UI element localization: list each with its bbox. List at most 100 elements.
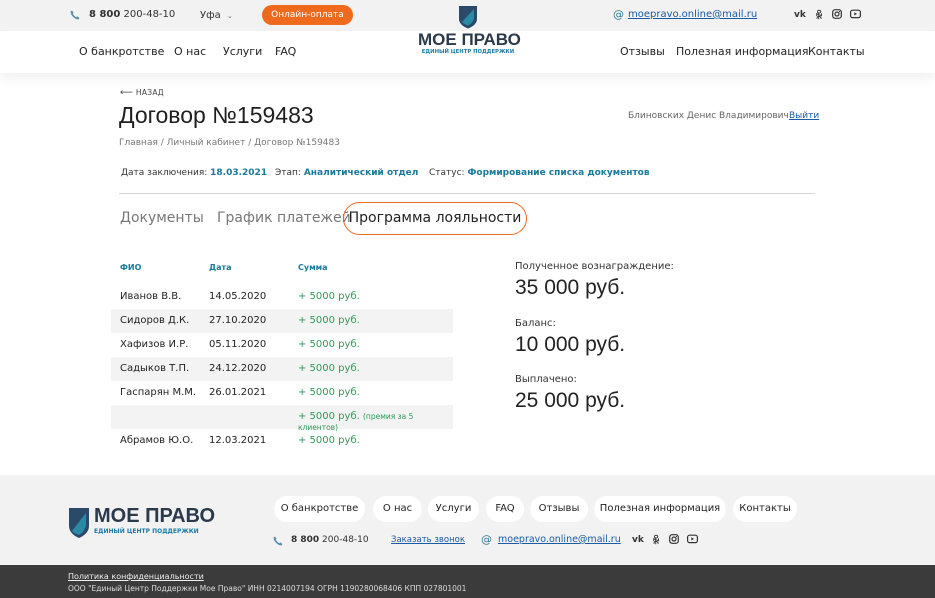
nav-item-faq[interactable]: FAQ: [275, 45, 296, 58]
footer-nav-services[interactable]: Услуги: [428, 496, 479, 522]
column-header-name: ФИО: [120, 263, 142, 272]
shield-logo-icon: [69, 508, 89, 538]
balance-label: Баланс:: [515, 318, 556, 329]
youtube-icon[interactable]: [687, 534, 698, 544]
privacy-policy-link[interactable]: Политика конфиденциальности: [68, 572, 204, 581]
status-value: Формирование списка документов: [467, 168, 650, 178]
chevron-down-icon: ⌄: [226, 12, 233, 20]
city-select[interactable]: Уфа ⌄: [200, 10, 233, 21]
top-phone[interactable]: 8 800 200-48-10: [89, 9, 175, 20]
footer-phone[interactable]: 8 800 200-48-10: [291, 535, 369, 545]
breadcrumb-cabinet[interactable]: Личный кабинет: [167, 138, 246, 148]
tab-loyalty-program[interactable]: Программа лояльности: [343, 202, 527, 235]
email-icon: @: [481, 533, 492, 546]
vk-icon[interactable]: vk: [794, 10, 806, 20]
column-header-sum: Сумма: [298, 263, 328, 272]
breadcrumb: Главная / Личный кабинет / Договор №1594…: [119, 138, 340, 148]
breadcrumb-current: Договор №159483: [254, 138, 340, 148]
row-name: Садыков Т.П.: [120, 363, 190, 374]
nav-item-useful-info[interactable]: Полезная информация: [676, 45, 808, 58]
table-row: Сидоров Д.К. 27.10.2020 + 5000 руб.: [111, 309, 453, 333]
top-email-link[interactable]: moepravo.online@mail.ru: [628, 9, 757, 20]
table-row: Хафизов И.Р. 05.11.2020 + 5000 руб.: [111, 333, 453, 357]
footer-nav-reviews[interactable]: Отзывы: [530, 496, 588, 522]
nav-item-services[interactable]: Услуги: [223, 45, 262, 58]
youtube-icon[interactable]: [850, 9, 861, 19]
footer-logo[interactable]: МОЕ ПРАВО ЕДИНЫЙ ЦЕНТР ПОДДЕРЖКИ: [68, 505, 220, 541]
nav-item-reviews[interactable]: Отзывы: [620, 45, 665, 58]
city-label: Уфа: [200, 10, 221, 21]
instagram-icon[interactable]: [832, 9, 842, 19]
back-link[interactable]: ⟵ НАЗАД: [120, 88, 164, 98]
arrow-left-icon: ⟵: [120, 88, 134, 98]
ok-icon[interactable]: ꆜ: [815, 9, 823, 22]
logo-tagline: ЕДИНЫЙ ЦЕНТР ПОДДЕРЖКИ: [421, 49, 515, 55]
phone-icon: [273, 536, 283, 546]
nav-item-contacts[interactable]: Контакты: [808, 45, 865, 58]
row-sum: + 5000 руб.: [298, 435, 360, 446]
tab-documents[interactable]: Документы: [120, 210, 204, 226]
status-label: Статус:: [429, 168, 465, 178]
phone-number: 200-48-10: [120, 9, 176, 20]
table-row: Иванов В.В. 14.05.2020 + 5000 руб.: [111, 285, 453, 309]
row-name: Иванов В.В.: [120, 291, 182, 302]
row-sum-value: + 5000 руб.: [298, 411, 360, 422]
vk-icon[interactable]: vk: [632, 535, 644, 545]
row-name: Абрамов Ю.О.: [120, 435, 194, 446]
row-date: 24.12.2020: [209, 363, 267, 374]
phone-code: 8 800: [89, 9, 121, 20]
back-label: НАЗАД: [135, 88, 164, 97]
footer-nav-bankruptcy[interactable]: О банкротстве: [274, 496, 365, 522]
divider: [119, 193, 815, 194]
reward-value: 35 000 руб.: [515, 276, 626, 299]
row-sum: + 5000 руб.: [298, 315, 360, 326]
nav-item-bankruptcy[interactable]: О банкротстве: [79, 45, 164, 58]
footer-logo-tagline: ЕДИНЫЙ ЦЕНТР ПОДДЕРЖКИ: [94, 528, 199, 535]
footer-logo-name: МОЕ ПРАВО: [94, 505, 216, 527]
footer-phone-code: 8 800: [291, 535, 320, 545]
table-row: Садыков Т.П. 24.12.2020 + 5000 руб.: [111, 357, 453, 381]
logout-link[interactable]: Выйти: [789, 111, 819, 121]
contract-stage: Этап: Аналитический отдел: [275, 168, 418, 178]
table-row: Абрамов Ю.О. 12.03.2021 + 5000 руб.: [111, 429, 453, 453]
contract-date: Дата заключения: 18.03.2021: [121, 168, 267, 178]
date-value: 18.03.2021: [210, 168, 268, 178]
footer-nav-about[interactable]: О нас: [373, 496, 422, 522]
row-sum: + 5000 руб.: [298, 387, 360, 398]
nav-item-about[interactable]: О нас: [174, 45, 206, 58]
column-header-date: Дата: [209, 263, 232, 272]
stage-value: Аналитический отдел: [303, 168, 419, 178]
footer-nav-useful-info[interactable]: Полезная информация: [594, 496, 726, 522]
footer-nav-contacts[interactable]: Контакты: [733, 496, 797, 522]
legal-info: ООО "Единый Центр Поддержки Мое Право" И…: [68, 584, 467, 593]
balance-value: 10 000 руб.: [515, 333, 626, 356]
shield-logo-icon: [459, 6, 477, 29]
logo-name: МОЕ ПРАВО: [418, 30, 521, 49]
footer-nav-faq[interactable]: FAQ: [486, 496, 524, 522]
row-date: 12.03.2021: [209, 435, 267, 446]
row-date: 05.11.2020: [209, 339, 267, 350]
row-date: 27.10.2020: [209, 315, 267, 326]
row-sum: + 5000 руб.: [298, 339, 360, 350]
user-name: Блиновских Денис Владимирович: [628, 111, 789, 121]
breadcrumb-home[interactable]: Главная: [119, 138, 158, 148]
phone-icon: [70, 10, 80, 20]
email-icon: @: [613, 8, 624, 21]
stage-label: Этап:: [275, 168, 301, 178]
footer-email-link[interactable]: moepravo.online@mail.ru: [498, 534, 621, 545]
page-title: Договор №159483: [119, 102, 314, 128]
row-name: Сидоров Д.К.: [120, 315, 190, 326]
footer-bottom-bar: [0, 565, 935, 598]
instagram-icon[interactable]: [669, 534, 679, 544]
row-sum: + 5000 руб.: [298, 291, 360, 302]
tab-payment-schedule[interactable]: График платежей: [217, 210, 351, 226]
contract-status: Статус: Формирование списка документов: [429, 168, 650, 178]
online-payment-button[interactable]: Онлайн-оплата: [262, 5, 353, 25]
row-name: Гаспарян М.М.: [120, 387, 197, 398]
header-logo[interactable]: МОЕ ПРАВО ЕДИНЫЙ ЦЕНТР ПОДДЕРЖКИ: [418, 5, 521, 60]
callback-link[interactable]: Заказать звонок: [391, 535, 465, 545]
row-date: 14.05.2020: [209, 291, 267, 302]
paid-value: 25 000 руб.: [515, 389, 626, 412]
ok-icon[interactable]: ꆜ: [652, 534, 660, 547]
paid-label: Выплачено:: [515, 374, 577, 385]
